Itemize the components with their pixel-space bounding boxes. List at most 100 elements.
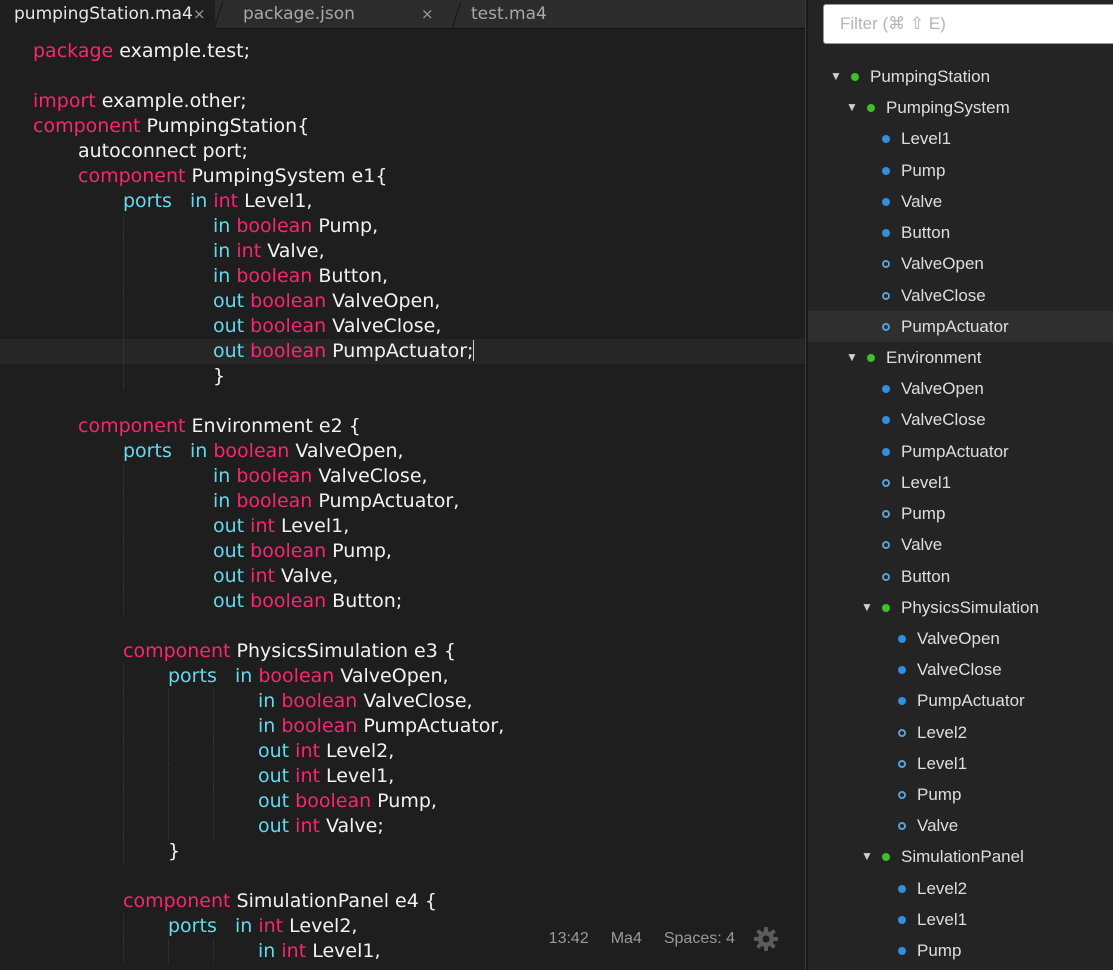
code-line[interactable]: 3} (0, 839, 805, 864)
code-line[interactable]: 8in boolean ValveClose, (0, 464, 805, 489)
outline-port-node[interactable]: Pump (808, 935, 1113, 966)
triangle-down-icon[interactable]: ▼ (861, 592, 873, 623)
code-line[interactable]: 7in boolean ValveClose, (0, 689, 805, 714)
tab-package-json[interactable]: package.json × (229, 0, 449, 29)
triangle-down-icon[interactable]: ▼ (846, 342, 858, 373)
tab-label: package.json (243, 4, 355, 24)
outline-port-node[interactable]: ValveOpen (808, 248, 1113, 279)
code-text: ports in int Level2, (168, 914, 357, 939)
indentation-setting[interactable]: Spaces: 4 (664, 930, 735, 948)
code-line[interactable]: 5component PhysicsSimulation e3 { (0, 639, 805, 664)
code-line[interactable]: 4} (0, 364, 805, 389)
outline-component-node[interactable]: ▼ PumpingSystem (808, 92, 1113, 123)
code-line[interactable]: 5 (0, 389, 805, 414)
code-line[interactable]: 1out boolean ValveOpen, (0, 289, 805, 314)
code-line[interactable]: 2 (0, 64, 805, 89)
outline-port-node[interactable]: Valve (808, 810, 1113, 841)
code-editor[interactable]: pumpingStation.ma4 × package.json × test… (0, 0, 805, 970)
code-line[interactable]: 5autoconnect port; (0, 139, 805, 164)
outline-port-node[interactable]: Level1 (808, 123, 1113, 154)
port-keyword-token: out (213, 290, 245, 312)
outline-port-node[interactable]: Level2 (808, 717, 1113, 748)
indent-guide (123, 664, 124, 689)
code-line[interactable]: 2out int Valve, (0, 564, 805, 589)
outline-port-node[interactable]: PumpActuator (808, 436, 1113, 467)
code-area[interactable]: 1package example.test;23import example.o… (0, 39, 805, 964)
code-line[interactable]: 9in int Valve, (0, 239, 805, 264)
code-line[interactable]: 0out int Level1, (0, 764, 805, 789)
code-line[interactable]: 7ports in boolean ValveOpen, (0, 439, 805, 464)
code-line[interactable]: 0out int Level1, (0, 514, 805, 539)
outline-port-node[interactable]: ValveClose (808, 280, 1113, 311)
in-port-dot-icon (898, 884, 906, 893)
tab-test-ma4[interactable]: test.ma4 (457, 0, 657, 29)
tab-pumpingstation[interactable]: pumpingStation.ma4 × (0, 0, 215, 29)
outline-component-node[interactable]: ▼ Environment (808, 342, 1113, 373)
outline-port-node[interactable]: PumpActuator (808, 310, 1113, 342)
code-line[interactable]: 6component PumpingSystem e1{ (0, 164, 805, 189)
keyword-token: boolean (258, 665, 335, 687)
code-line[interactable]: 1out boolean Pump, (0, 539, 805, 564)
code-token: Level2, (283, 915, 358, 937)
code-line[interactable]: 1out boolean Pump, (0, 789, 805, 814)
code-line[interactable]: 1package example.test; (0, 39, 805, 64)
keyword-token: int (236, 240, 262, 262)
code-line[interactable]: 3out boolean Button; (0, 589, 805, 614)
code-line[interactable]: 6component Environment e2 { (0, 414, 805, 439)
syntax-mode[interactable]: Ma4 (611, 930, 642, 948)
outline-port-node[interactable]: Pump (808, 155, 1113, 186)
code-line[interactable]: 7ports in int Level1, (0, 189, 805, 214)
code-line[interactable]: 3import example.other; (0, 89, 805, 114)
outline-component-node[interactable]: ▼ SimulationPanel (808, 841, 1113, 872)
code-line[interactable]: 4 (0, 614, 805, 639)
code-line[interactable]: 4 (0, 864, 805, 889)
code-text: in boolean ValveClose, (213, 464, 428, 489)
triangle-down-icon[interactable]: ▼ (846, 92, 858, 123)
code-token: ValveOpen, (326, 290, 441, 312)
code-line[interactable]: 4component PumpingStation{ (0, 114, 805, 139)
port-keyword-token: ports (168, 665, 217, 687)
outline-port-node[interactable]: ValveOpen (808, 373, 1113, 404)
close-icon[interactable]: × (421, 0, 434, 29)
outline-port-node[interactable]: Valve (808, 529, 1113, 560)
keyword-token: component (33, 115, 141, 137)
in-port-dot-icon (898, 947, 906, 956)
triangle-down-icon[interactable]: ▼ (861, 841, 873, 872)
code-line[interactable]: 2out boolean ValveClose, (0, 314, 805, 339)
outline-port-node[interactable]: Level1 (808, 748, 1113, 779)
code-line[interactable]: 5component SimulationPanel e4 { (0, 889, 805, 914)
outline-port-node[interactable]: Pump (808, 779, 1113, 810)
outline-port-node[interactable]: Button (808, 217, 1113, 248)
outline-port-node[interactable]: Valve (808, 186, 1113, 217)
code-line[interactable]: 8in boolean PumpActuator, (0, 714, 805, 739)
outline-port-node[interactable]: ValveClose (808, 654, 1113, 685)
code-line[interactable]: 9in boolean PumpActuator, (0, 489, 805, 514)
outline-component-node[interactable]: ▼ PhysicsSimulation (808, 592, 1113, 623)
outline-port-node[interactable]: ValveOpen (808, 623, 1113, 654)
close-icon[interactable]: × (193, 0, 206, 29)
gear-icon[interactable] (753, 926, 779, 952)
cursor-position[interactable]: 13:42 (549, 930, 589, 948)
keyword-token: boolean (250, 590, 327, 612)
outline-port-node[interactable]: Level2 (808, 873, 1113, 904)
code-line[interactable]: 0in boolean Button, (0, 264, 805, 289)
code-token: Environment e2 { (185, 415, 361, 437)
in-port-dot-icon (898, 634, 906, 643)
code-line[interactable]: 3out boolean PumpActuator; (0, 339, 805, 364)
outline-port-node[interactable]: PumpActuator (808, 685, 1113, 716)
triangle-down-icon[interactable]: ▼ (830, 61, 842, 92)
in-port-dot-icon (882, 416, 890, 425)
code-line[interactable]: 8in boolean Pump, (0, 214, 805, 239)
outline-component-node[interactable]: ▼ PumpingStation (808, 61, 1113, 92)
code-line[interactable]: 9out int Level2, (0, 739, 805, 764)
outline-port-node[interactable]: Pump (808, 498, 1113, 529)
outline-port-node[interactable]: Button (808, 561, 1113, 592)
tab-bar: pumpingStation.ma4 × package.json × test… (0, 0, 805, 29)
outline-port-node[interactable]: Level1 (808, 904, 1113, 935)
outline-port-node[interactable]: Level1 (808, 467, 1113, 498)
filter-input[interactable] (823, 4, 1113, 44)
outline-port-node[interactable]: ValveClose (808, 404, 1113, 435)
code-line[interactable]: 2out int Valve; (0, 814, 805, 839)
code-line[interactable]: 6ports in boolean ValveOpen, (0, 664, 805, 689)
code-token: Pump, (371, 790, 437, 812)
